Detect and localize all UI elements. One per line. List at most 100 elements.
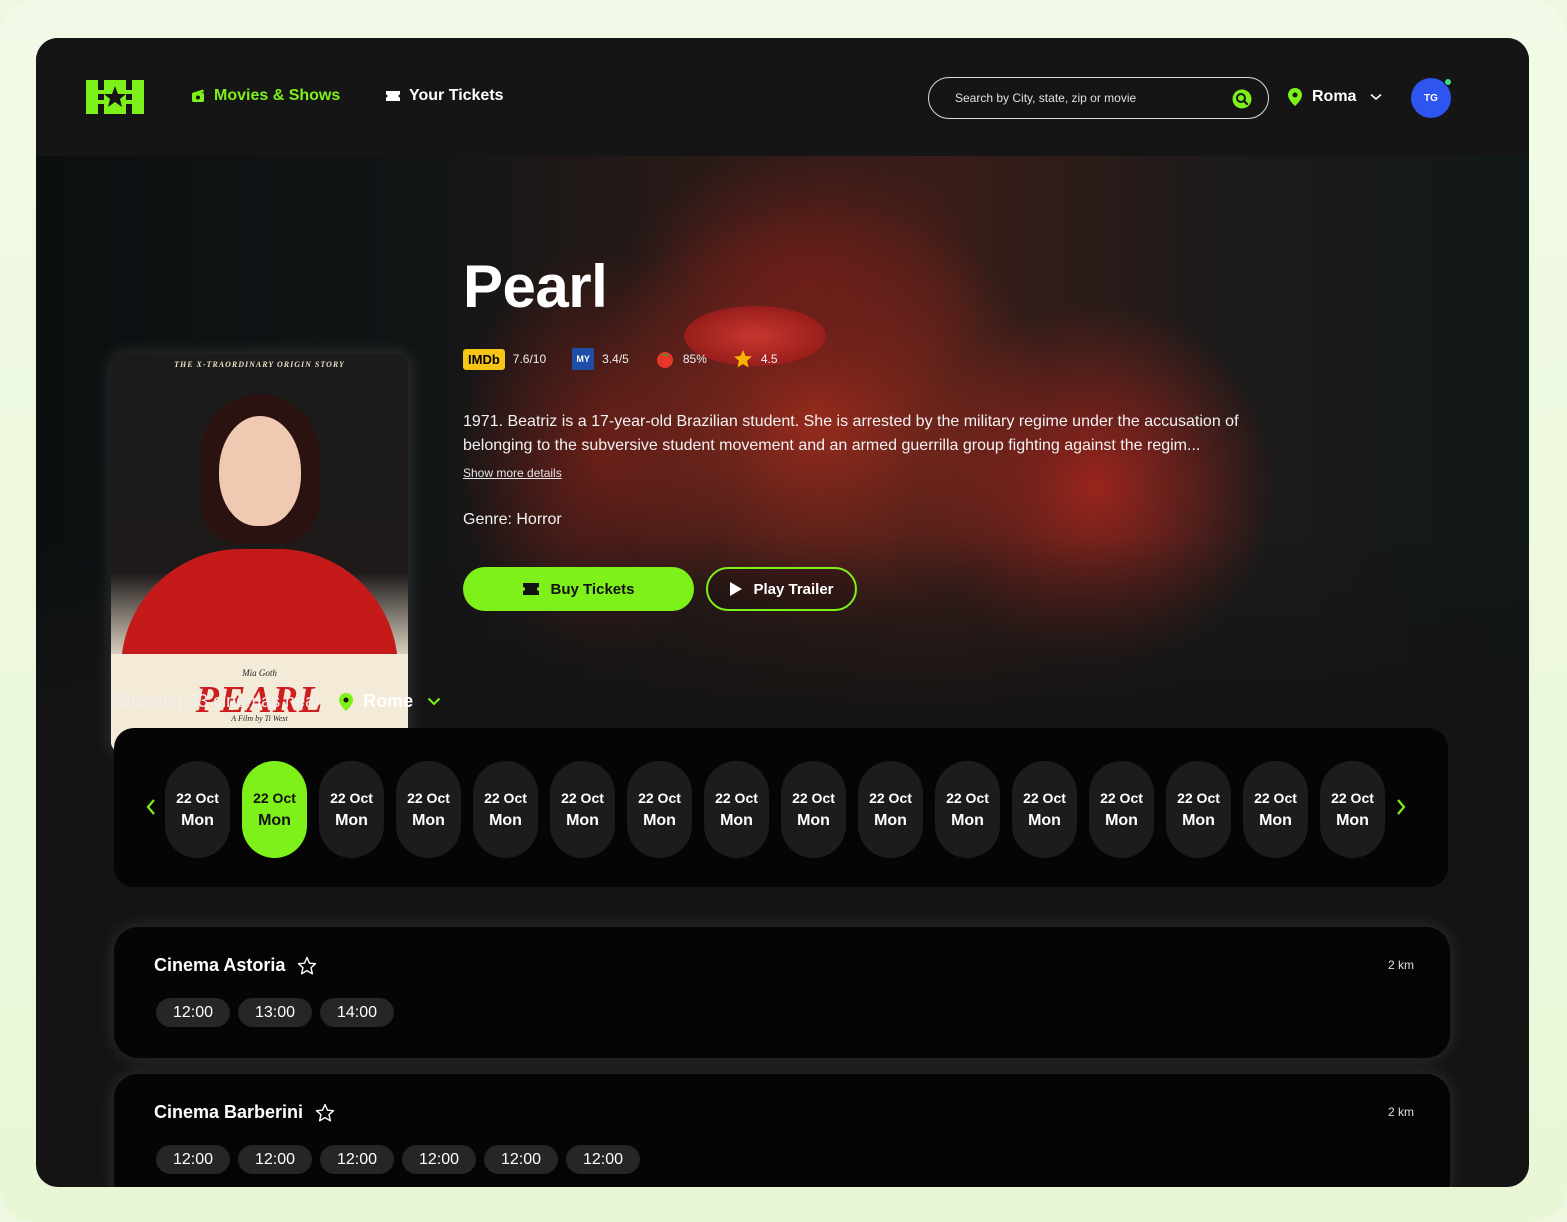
date-pill[interactable]: 22 Oct Mon [781, 761, 846, 858]
cinema-name: Cinema Barberini [154, 1102, 304, 1122]
location-selector[interactable]: Roma [1288, 88, 1382, 106]
favorite-star-icon[interactable] [297, 956, 317, 976]
showtime-button[interactable]: 12:00 [238, 1145, 312, 1174]
date-weekday: Mon [951, 811, 984, 829]
chevron-down-icon[interactable] [427, 697, 441, 706]
favorite-star-icon[interactable] [315, 1103, 335, 1123]
showtimes: 12:00 12:00 12:00 12:00 12:00 12:00 [156, 1145, 640, 1174]
date-pill[interactable]: 22 Oct Mon [550, 761, 615, 858]
date-pill[interactable]: 22 Oct Mon [704, 761, 769, 858]
search-input[interactable] [955, 91, 1215, 105]
rating-imdb: IMDb 7.6/10 [463, 348, 546, 370]
date-pill[interactable]: 22 Oct Mon [1012, 761, 1077, 858]
date-weekday: Mon [797, 811, 830, 829]
showtime-button[interactable]: 14:00 [320, 998, 394, 1027]
date-pill[interactable]: 22 Oct Mon [396, 761, 461, 858]
mymovies-logo-icon: MY [572, 348, 595, 370]
rating-tomato: 85% [655, 349, 707, 369]
buy-tickets-label: Buy Tickets [550, 580, 635, 598]
showtime-button[interactable]: 12:00 [484, 1145, 558, 1174]
showtime-button[interactable]: 12:00 [566, 1145, 640, 1174]
play-trailer-button[interactable]: Play Trailer [706, 567, 857, 611]
showtime-button[interactable]: 12:00 [156, 998, 230, 1027]
buy-tickets-button[interactable]: Buy Tickets [463, 567, 694, 611]
date-weekday: Mon [258, 811, 291, 829]
date-selector: 22 Oct Mon 22 Oct Mon 22 Oct Mon 22 Oct Mon 22 O… [114, 728, 1448, 887]
rating-value: 85% [682, 352, 707, 366]
movie-title: Pearl [463, 253, 608, 320]
date-weekday: Mon [1028, 811, 1061, 829]
date-day: 22 Oct [1331, 789, 1374, 806]
date-weekday: Mon [412, 811, 445, 829]
movie-hero: THE X-TRAORDINARY ORIGIN STORY Mia Goth … [36, 156, 1529, 752]
cinema-distance: 2 km [1387, 1105, 1414, 1119]
date-pill[interactable]: 22 Oct Mon [165, 761, 230, 858]
ticket-icon [522, 583, 539, 595]
star-icon [733, 350, 752, 368]
showtime-button[interactable]: 12:00 [320, 1145, 394, 1174]
nav-tickets-label: Your Tickets [409, 87, 504, 104]
date-day: 22 Oct [484, 789, 527, 806]
date-weekday: Mon [643, 811, 676, 829]
date-weekday: Mon [1105, 811, 1138, 829]
date-pill[interactable]: 22 Oct Mon [627, 761, 692, 858]
clapperboard-icon [192, 89, 204, 102]
date-day: 22 Oct [1023, 789, 1066, 806]
showtimes: 12:00 13:00 14:00 [156, 998, 394, 1027]
rating-star: 4.5 [733, 349, 778, 369]
poster-credit: Mia Goth [242, 668, 277, 678]
chevron-right-icon[interactable] [1394, 798, 1408, 816]
ticket-icon [386, 91, 400, 101]
date-weekday: Mon [335, 811, 368, 829]
show-more-details-link[interactable]: Show more details [463, 466, 562, 480]
date-day: 22 Oct [330, 789, 373, 806]
showtime-button[interactable]: 12:00 [156, 1145, 230, 1174]
cinema-card: Cinema Astoria 2 km 12:00 13:00 14:00 [114, 927, 1450, 1058]
poster-director: A Film by Ti West [231, 714, 288, 723]
date-pill[interactable]: 22 Oct Mon [319, 761, 384, 858]
nav-movies-shows[interactable]: Movies & Shows [190, 87, 340, 105]
cinema-distance: 2 km [1387, 958, 1414, 972]
date-pill[interactable]: 22 Oct Mon [858, 761, 923, 858]
rating-value: 3.4/5 [602, 352, 629, 366]
date-weekday: Mon [489, 811, 522, 829]
chevron-left-icon[interactable] [144, 798, 158, 816]
online-status-dot [1444, 78, 1452, 86]
date-weekday: Mon [720, 811, 753, 829]
imdb-logo-icon: IMDb [463, 348, 505, 370]
date-day: 22 Oct [946, 789, 989, 806]
date-list: 22 Oct Mon 22 Oct Mon 22 Oct Mon 22 Oct Mon 22 O… [165, 761, 1385, 858]
app-window: Movies & Shows Your Tickets Roma [36, 38, 1529, 1187]
date-day: 22 Oct [792, 789, 835, 806]
rating-mymovies: MY 3.4/5 [572, 348, 629, 370]
logo-icon[interactable] [86, 80, 144, 114]
movie-genre: Genre: Horror [463, 511, 562, 528]
play-trailer-label: Play Trailer [753, 580, 834, 598]
date-pill[interactable]: 22 Oct Mon [1243, 761, 1308, 858]
cinema-title: Cinema Barberini [154, 1102, 335, 1123]
showtime-button[interactable]: 13:00 [238, 998, 312, 1027]
cinema-title: Cinema Astoria [154, 955, 317, 976]
search-box[interactable] [928, 77, 1269, 119]
movie-description: 1971. Beatriz is a 17-year-old Brazilian… [463, 413, 1239, 454]
date-day: 22 Oct [1100, 789, 1143, 806]
showing-city-selector[interactable]: Rome [363, 691, 413, 712]
chevron-down-icon [1370, 93, 1382, 101]
user-avatar[interactable]: TG [1411, 78, 1452, 118]
showtime-button[interactable]: 12:00 [402, 1145, 476, 1174]
date-pill[interactable]: 22 Oct Mon [242, 761, 307, 858]
date-pill[interactable]: 22 Oct Mon [473, 761, 538, 858]
date-pill[interactable]: 22 Oct Mon [935, 761, 1000, 858]
nav-your-tickets[interactable]: Your Tickets [385, 87, 504, 105]
cinema-count-row: Showing 23 cinemas near Rome [114, 691, 441, 712]
search-icon[interactable] [1232, 89, 1252, 109]
date-day: 22 Oct [407, 789, 450, 806]
location-city: Roma [1312, 88, 1357, 105]
play-icon [730, 582, 743, 596]
date-pill[interactable]: 22 Oct Mon [1166, 761, 1231, 858]
date-weekday: Mon [181, 811, 214, 829]
cinema-name: Cinema Astoria [154, 955, 286, 975]
date-pill[interactable]: 22 Oct Mon [1320, 761, 1385, 858]
date-weekday: Mon [874, 811, 907, 829]
date-pill[interactable]: 22 Oct Mon [1089, 761, 1154, 858]
